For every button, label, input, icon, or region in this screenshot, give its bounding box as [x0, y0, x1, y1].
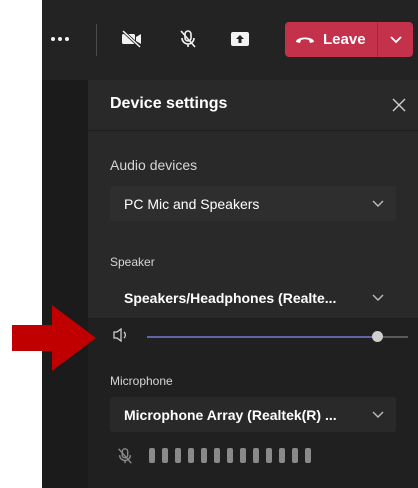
more-options-icon[interactable]	[42, 22, 78, 56]
mic-level-bar	[162, 448, 168, 463]
volume-slider-track[interactable]	[147, 336, 377, 338]
meeting-stage	[42, 80, 88, 488]
microphone-label: Microphone	[110, 374, 173, 388]
mic-off-icon[interactable]	[170, 22, 206, 56]
chevron-down-icon	[360, 294, 396, 302]
mic-level-bar	[240, 448, 246, 463]
mic-level-bar	[149, 448, 155, 463]
mic-level-bar	[266, 448, 272, 463]
mic-level-meter	[149, 448, 311, 463]
red-arrow-annotation	[12, 305, 96, 376]
leave-main[interactable]: Leave	[285, 22, 377, 57]
leave-options-chevron-icon[interactable]	[378, 22, 413, 57]
microphone-dropdown[interactable]: Microphone Array (Realtek(R) ...	[110, 397, 396, 432]
share-screen-icon[interactable]	[222, 22, 258, 56]
audio-devices-value: PC Mic and Speakers	[124, 195, 260, 212]
chevron-down-icon	[360, 200, 396, 208]
toolbar-divider	[96, 24, 97, 56]
speaker-volume-icon	[112, 327, 130, 348]
mic-level-bar	[188, 448, 194, 463]
leave-label: Leave	[323, 31, 366, 48]
audio-devices-dropdown[interactable]: PC Mic and Speakers	[110, 186, 396, 221]
phone-hangup-icon	[295, 35, 315, 45]
teams-window: Leave Device settings Audio devices PC M…	[42, 0, 418, 488]
leave-button[interactable]: Leave	[285, 22, 413, 57]
mic-level-bar	[227, 448, 233, 463]
panel-title: Device settings	[110, 95, 228, 112]
microphone-value: Microphone Array (Realtek(R) ...	[124, 406, 337, 423]
volume-slider-thumb[interactable]	[372, 331, 383, 342]
mic-level-bar	[279, 448, 285, 463]
close-icon[interactable]	[386, 92, 412, 118]
mic-level-bar	[214, 448, 220, 463]
mic-muted-icon	[116, 447, 134, 470]
camera-off-icon[interactable]	[114, 22, 150, 56]
speaker-dropdown[interactable]: Speakers/Headphones (Realte...	[110, 280, 396, 315]
speaker-value: Speakers/Headphones (Realte...	[124, 289, 337, 306]
panel-header: Device settings	[88, 80, 418, 131]
meeting-toolbar: Leave	[42, 0, 418, 80]
audio-devices-label: Audio devices	[110, 157, 198, 173]
mic-level-bar	[292, 448, 298, 463]
mic-level-bar	[305, 448, 311, 463]
mic-level-bar	[201, 448, 207, 463]
mic-level-bar	[253, 448, 259, 463]
chevron-down-icon	[360, 411, 396, 419]
speaker-label: Speaker	[110, 255, 155, 269]
mic-level-bar	[175, 448, 181, 463]
